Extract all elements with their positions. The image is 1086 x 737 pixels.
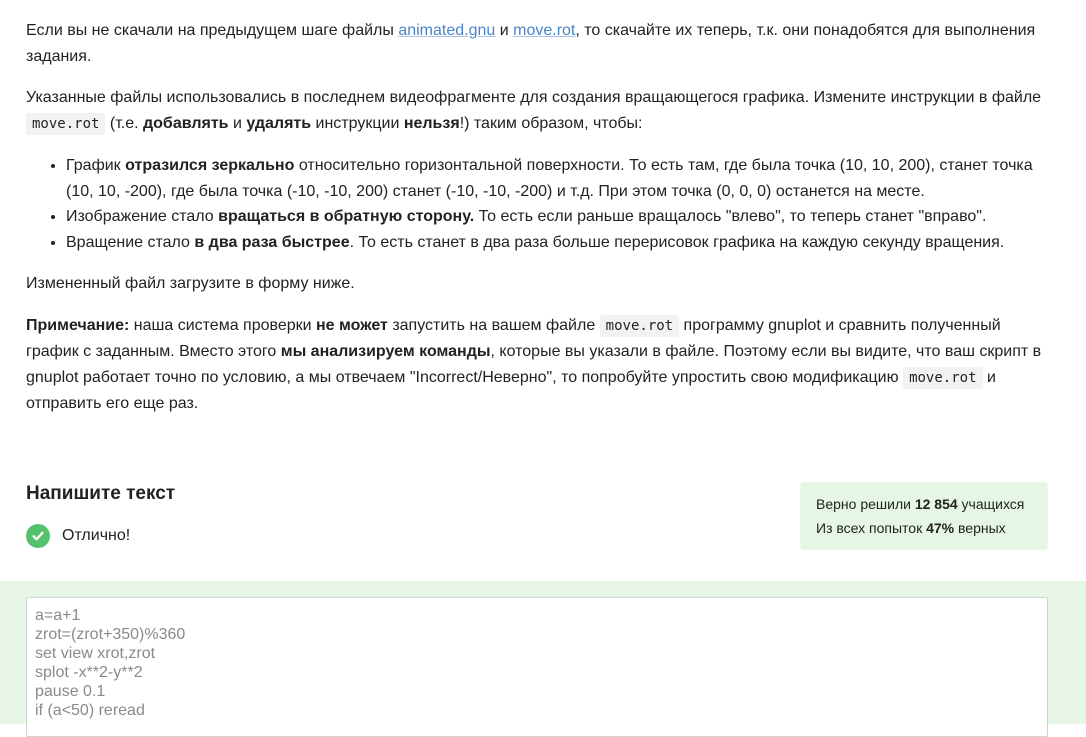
- requirement-bold: в два раза быстрее: [194, 233, 350, 251]
- success-rate-percent: 47%: [926, 520, 955, 536]
- stats-panel: Верно решили 12 854 учащихся Из всех поп…: [800, 482, 1048, 550]
- requirement-text: . То есть станет в два раза больше перер…: [349, 233, 1005, 251]
- move-rot-link[interactable]: move.rot: [513, 22, 575, 39]
- submission-status: Отлично!: [26, 524, 130, 548]
- solved-stat: Верно решили 12 854 учащихся: [816, 492, 1032, 516]
- code-line: if (a<50) reread: [35, 702, 145, 719]
- instructions-text: !) таким образом, чтобы:: [459, 114, 643, 132]
- code-line: splot -x**2-y**2: [35, 664, 143, 681]
- instructions-text: и: [228, 114, 247, 132]
- note-paragraph: Примечание: наша система проверки не мож…: [26, 313, 1048, 417]
- note-text: наша система проверки: [129, 316, 317, 334]
- solved-count: 12 854: [914, 496, 958, 512]
- requirement-item: Изображение стало вращаться в обратную с…: [66, 204, 1048, 230]
- code-line: set view xrot,zrot: [35, 645, 156, 662]
- requirement-bold: отразился зеркально: [125, 157, 295, 174]
- check-circle-icon: [26, 524, 50, 548]
- instructions-text: инструкции: [311, 114, 404, 132]
- upload-paragraph: Измененный файл загрузите в форму ниже.: [26, 275, 355, 292]
- requirement-text: То есть если раньше вращалось "влево", т…: [474, 208, 987, 225]
- instructions-text: (т.е.: [105, 114, 143, 132]
- move-rot-code: move.rot: [599, 314, 680, 337]
- instructions-paragraph: Указанные файлы использовались в последн…: [26, 85, 1048, 137]
- note-bold: не может: [316, 316, 388, 334]
- intro-text: Если вы не скачали на предыдущем шаге фа…: [26, 22, 399, 39]
- instructions-text: Указанные файлы использовались в последн…: [26, 89, 1042, 106]
- code-line: zrot=(zrot+350)%360: [35, 626, 186, 643]
- instructions-bold-forbidden: нельзя: [403, 114, 460, 132]
- note-bold: мы анализируем команды: [280, 343, 491, 360]
- animated-gnu-link[interactable]: animated.gnu: [398, 22, 495, 39]
- success-rate-suffix: верных: [954, 520, 1006, 536]
- move-rot-code: move.rot: [903, 366, 983, 389]
- requirement-text: Изображение стало: [66, 208, 219, 225]
- code-line: pause 0.1: [35, 683, 106, 700]
- instructions-bold-remove: удалять: [246, 114, 312, 132]
- requirement-text: Вращение стало: [66, 233, 195, 251]
- requirement-item: График отразился зеркально относительно …: [66, 153, 1048, 204]
- requirement-text: График: [66, 157, 126, 174]
- solved-suffix: учащихся: [957, 496, 1025, 512]
- requirements-list: График отразился зеркально относительно …: [26, 153, 1048, 255]
- move-rot-code: move.rot: [26, 112, 106, 135]
- answer-heading: Напишите текст: [26, 483, 176, 504]
- solved-label: Верно решили: [816, 496, 915, 512]
- status-text: Отлично!: [62, 527, 131, 544]
- code-line: a=a+1: [35, 607, 81, 624]
- answer-text-input[interactable]: a=a+1 zrot=(zrot+350)%360 set view xrot,…: [26, 597, 1048, 737]
- requirement-item: Вращение стало в два раза быстрее. То ес…: [66, 230, 1048, 256]
- task-description: Если вы не скачали на предыдущем шаге фа…: [26, 18, 1048, 433]
- intro-conjunction: и: [495, 22, 514, 39]
- instructions-bold-add: добавлять: [143, 114, 229, 132]
- requirement-bold: вращаться в обратную сторону.: [218, 208, 475, 225]
- success-rate-label: Из всех попыток: [816, 520, 927, 536]
- note-text: запустить на вашем файле: [387, 316, 600, 334]
- intro-paragraph: Если вы не скачали на предыдущем шаге фа…: [26, 18, 1048, 69]
- success-rate-stat: Из всех попыток 47% верных: [816, 516, 1032, 540]
- note-label: Примечание:: [26, 316, 130, 334]
